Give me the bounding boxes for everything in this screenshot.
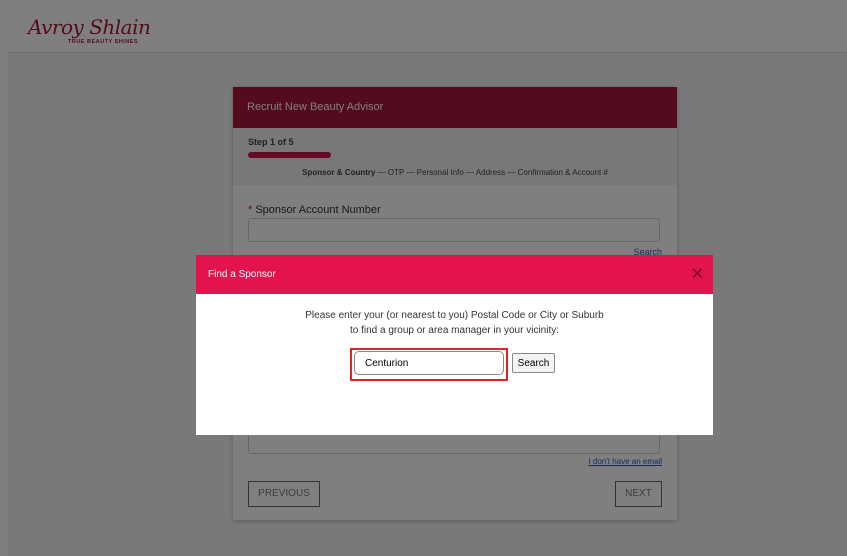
close-icon[interactable]: ✕ (691, 255, 704, 294)
instruction-line-1: Please enter your (or nearest to you) Po… (305, 310, 604, 321)
postal-code-input[interactable] (354, 351, 504, 375)
page: Avroy Shlain TRUE BEAUTY SHINES Recruit … (0, 0, 847, 556)
dialog-header: Find a Sponsor ✕ (196, 255, 713, 294)
find-sponsor-dialog: Find a Sponsor ✕ Please enter your (or n… (196, 255, 713, 435)
dialog-search-button[interactable]: Search (512, 353, 555, 373)
instruction-line-2: to find a group or area manager in your … (350, 325, 559, 336)
dialog-title: Find a Sponsor (208, 269, 276, 280)
dialog-instructions: Please enter your (or nearest to you) Po… (196, 308, 713, 338)
